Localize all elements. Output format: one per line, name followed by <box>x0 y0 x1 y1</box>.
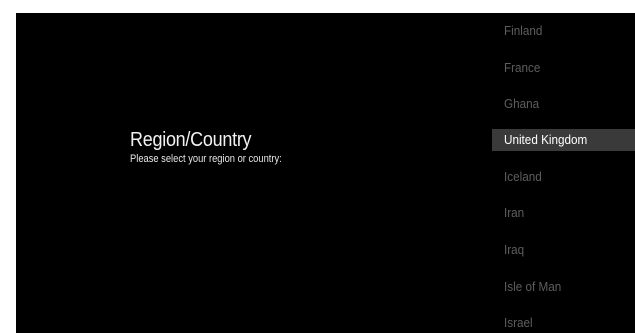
list-item-isle-of-man[interactable]: Isle of Man <box>492 276 635 298</box>
page-subtitle: Please select your region or country: <box>130 153 282 165</box>
list-item-france[interactable]: France <box>492 57 635 79</box>
list-item-iraq[interactable]: Iraq <box>492 239 635 261</box>
list-item-label: Israel <box>504 315 533 330</box>
list-item-finland[interactable]: Finland <box>492 20 635 42</box>
list-item-iran[interactable]: Iran <box>492 202 635 224</box>
list-item-iceland[interactable]: Iceland <box>492 166 635 188</box>
list-item-label: Isle of Man <box>504 279 562 294</box>
list-item-label: Ghana <box>504 96 540 111</box>
list-item-united-kingdom[interactable]: United Kingdom <box>492 129 635 151</box>
list-item-label: Finland <box>504 23 543 38</box>
list-item-label: France <box>504 60 541 75</box>
settings-header: Region/Country Please select your region… <box>130 128 470 166</box>
list-item-label: United Kingdom <box>504 132 588 147</box>
list-item-label: Iceland <box>504 169 542 184</box>
list-item-ghana[interactable]: Ghana <box>492 93 635 115</box>
list-item-label: Iraq <box>504 242 525 257</box>
list-item-israel[interactable]: Israel <box>492 312 635 333</box>
tv-screen: Region/Country Please select your region… <box>16 13 635 333</box>
country-list[interactable]: Finland France Ghana United Kingdom Icel… <box>492 13 635 333</box>
list-item-label: Iran <box>504 205 525 220</box>
page-title: Region/Country <box>130 129 252 151</box>
